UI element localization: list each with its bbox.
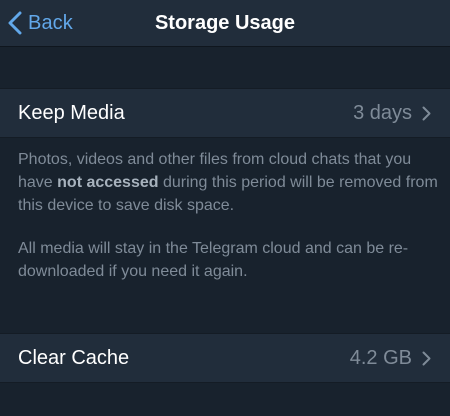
chevron-right-icon [422, 351, 431, 366]
navigation-bar: Back Storage Usage [0, 0, 450, 47]
clear-cache-value: 4.2 GB [349, 347, 412, 369]
keep-media-row[interactable]: Keep Media 3 days [0, 88, 450, 138]
keep-media-description-bold: not accessed [57, 174, 159, 191]
keep-media-description: Photos, videos and other files from clou… [18, 148, 438, 217]
cloud-storage-note: All media will stay in the Telegram clou… [18, 240, 409, 280]
back-button-label: Back [28, 11, 73, 34]
keep-media-value: 3 days [353, 102, 412, 124]
chevron-right-icon [422, 106, 431, 121]
clear-cache-row[interactable]: Clear Cache 4.2 GB [0, 333, 450, 383]
keep-media-label: Keep Media [18, 102, 125, 124]
clear-cache-label: Clear Cache [18, 347, 130, 369]
back-button[interactable]: Back [8, 0, 73, 46]
chevron-left-icon [8, 11, 22, 35]
